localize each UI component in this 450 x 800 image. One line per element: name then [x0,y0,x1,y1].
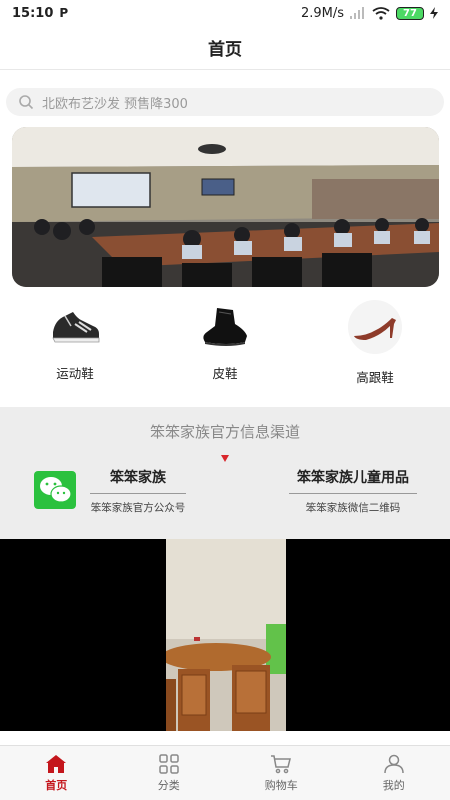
parking-app-icon: P [59,6,69,20]
tab-cart[interactable]: 购物车 [225,746,338,800]
home-icon [46,754,67,773]
status-time: 15:10 [12,5,54,21]
official-channels: 笨笨家族官方信息渠道 笨笨家族 笨笨家族官方公众号 笨笨家族儿童用品 笨笨家族微… [0,407,450,539]
wechat-icon[interactable] [34,471,76,509]
channel-official-account[interactable]: 笨笨家族 笨笨家族官方公众号 [86,467,190,515]
channel-name: 笨笨家族 [110,470,166,486]
channel-kids-products[interactable]: 笨笨家族儿童用品 笨笨家族微信二维码 [286,467,420,515]
wifi-icon [372,6,390,20]
category-label: 运动鞋 [56,366,94,381]
category-label: 皮鞋 [212,366,238,381]
user-icon [384,754,404,773]
bottom-tab-bar: 首页 分类 购物车 我的 [0,745,450,800]
cart-icon [271,754,292,773]
high-heel-icon [348,300,402,354]
dining-room-photo [166,539,286,731]
channel-desc: 笨笨家族官方公众号 [90,502,186,514]
channel-name: 笨笨家族儿童用品 [297,470,409,486]
search-input[interactable]: 北欧布艺沙发 预售降300 [42,93,188,112]
category-row: 运动鞋 皮鞋 高跟鞋 [0,300,450,390]
pointer-triangle-icon [221,455,229,462]
grid-icon [159,753,179,774]
meeting-room-photo [12,127,439,287]
tab-profile[interactable]: 我的 [338,746,450,800]
charging-icon [430,7,438,19]
sneaker-icon [47,300,103,350]
video-frame [166,539,286,731]
status-right: 2.9M/s 77 [301,6,438,21]
battery-icon: 77 [396,6,424,20]
tab-label: 购物车 [264,778,298,792]
divider [90,493,186,494]
search-bar[interactable]: 北欧布艺沙发 预售降300 [6,88,444,116]
banner-carousel[interactable] [12,127,439,287]
category-leather-shoe[interactable]: 皮鞋 [150,300,300,390]
nav-bar: 首页 [0,26,450,70]
signal-icon [350,7,364,19]
video-player[interactable] [0,539,450,731]
channel-desc: 笨笨家族微信二维码 [305,502,401,514]
page-title: 首页 [208,40,242,60]
category-high-heel[interactable]: 高跟鞋 [300,300,450,390]
status-left: 15:10 P [12,6,71,21]
tab-home[interactable]: 首页 [0,746,113,800]
network-speed: 2.9M/s [300,5,344,21]
section-title: 笨笨家族官方信息渠道 [149,423,300,441]
tab-label: 我的 [382,778,405,792]
leather-shoe-icon [197,300,253,350]
tab-category[interactable]: 分类 [113,746,226,800]
category-sneaker[interactable]: 运动鞋 [0,300,150,390]
category-label: 高跟鞋 [356,370,394,385]
search-icon [19,95,34,110]
divider [289,493,417,494]
tab-label: 首页 [45,778,68,792]
status-bar: 15:10 P 2.9M/s 77 [0,0,450,26]
tab-label: 分类 [157,778,180,792]
